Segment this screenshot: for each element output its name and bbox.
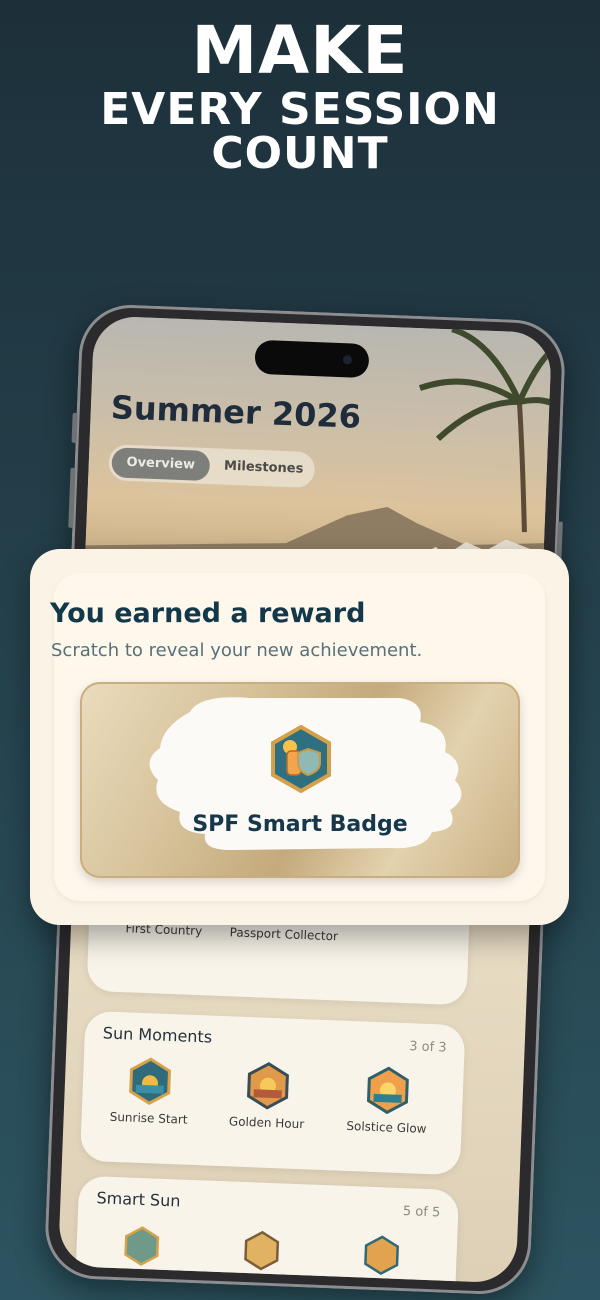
golden-hour-badge-icon	[247, 1062, 289, 1110]
section-card-sun-moments: Sun Moments 3 of 3 Sunrise Start Golden …	[79, 1010, 466, 1176]
solstice-glow-badge-icon	[366, 1066, 409, 1115]
spf-smart-badge-icon	[271, 725, 331, 793]
badge-label: Golden Hour	[228, 1114, 305, 1132]
smart-sun-badge-icon[interactable]	[121, 1225, 163, 1267]
badge-label: Passport Collector	[229, 925, 339, 944]
section-count: 3 of 3	[408, 1039, 447, 1056]
badge-label: Solstice Glow	[346, 1118, 427, 1136]
reward-subtitle: Scratch to reveal your new achievement.	[51, 640, 423, 661]
sunrise-badge-icon	[129, 1057, 172, 1105]
dynamic-island	[254, 339, 370, 379]
headline-line-1: MAKE	[191, 12, 409, 89]
phone-side-button	[71, 412, 78, 443]
section-card-smart-sun: Smart Sun 5 of 5	[74, 1175, 460, 1284]
badge-solstice-glow[interactable]: Solstice Glow	[331, 1064, 444, 1137]
badge-sunrise-start[interactable]: Sunrise Start	[93, 1055, 206, 1128]
smart-sun-badge-icon[interactable]	[241, 1230, 283, 1272]
reward-title: You earned a reward	[50, 598, 366, 629]
headline-line-2-text: EVERY SESSION	[100, 84, 500, 135]
section-count: 5 of 5	[402, 1204, 441, 1221]
phone-side-button	[68, 467, 76, 528]
badge-golden-hour[interactable]: Golden Hour	[211, 1060, 324, 1133]
section-title: Smart Sun	[96, 1188, 181, 1211]
tab-milestones[interactable]: Milestones	[216, 451, 311, 485]
headline-line-3-text: COUNT	[211, 128, 389, 179]
tab-overview[interactable]: Overview	[111, 447, 211, 482]
headline-line-2: EVERY SESSION COUNT	[0, 88, 600, 176]
smart-sun-badge-icon[interactable]	[361, 1235, 403, 1277]
section-title: Sun Moments	[102, 1023, 213, 1047]
palm-tree-image	[418, 327, 553, 533]
reward-badge-name: SPF Smart Badge	[192, 812, 408, 837]
badge-label: Sunrise Start	[109, 1109, 188, 1127]
